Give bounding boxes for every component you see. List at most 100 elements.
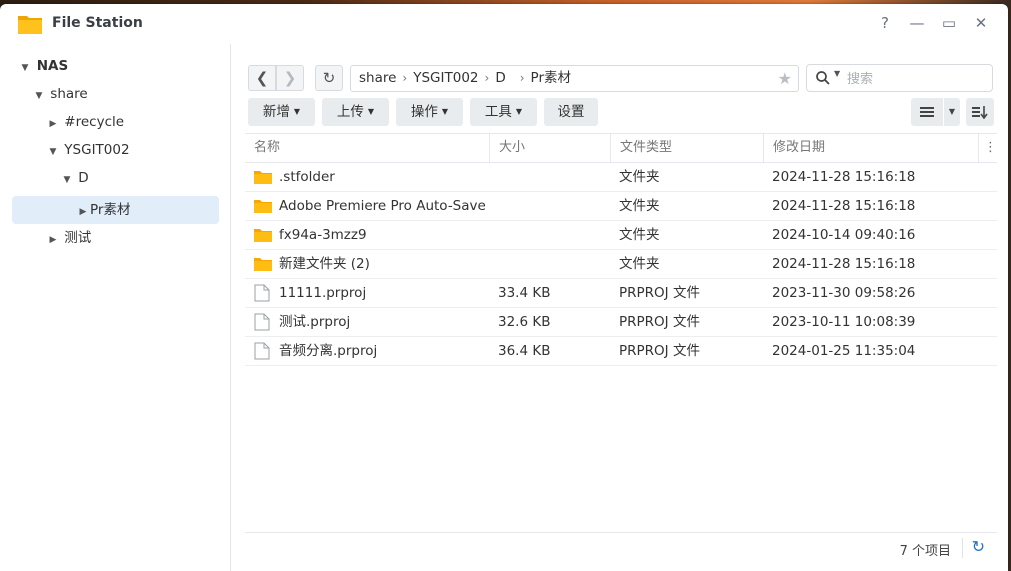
caret-down-icon: ▼ [948,107,956,116]
list-view-icon [920,107,934,117]
sidebar: ▼ NAS ▼ share ▶ #recycle ▼ YSGIT002 ▼ D … [0,44,231,571]
file-name: .stfolder [279,169,335,185]
file-type: 文件夹 [619,198,660,214]
refresh-icon: ↻ [322,69,336,87]
chevron-right-icon[interactable]: ▶ [76,198,90,226]
item-count: 7 个项目 [899,544,951,559]
file-type: PRPROJ 文件 [619,343,700,359]
chevron-right-icon: ❯ [283,69,297,87]
caret-down-icon: ▼ [293,107,301,116]
sort-button[interactable] [966,98,994,126]
table-row[interactable]: 音频分离.prproj 36.4 KB PRPROJ 文件 2024-01-25… [245,337,997,366]
tree-item-label: NAS [36,58,69,74]
tree-item-share[interactable]: ▼ share [32,81,88,107]
help-button[interactable]: ? [874,12,896,34]
file-modified: 2024-10-14 09:40:16 [772,227,916,243]
chevron-down-icon[interactable]: ▼ [60,167,74,193]
breadcrumb-share[interactable]: share [359,70,396,86]
file-type: 文件夹 [619,256,660,272]
file-name: 11111.prproj [279,285,367,301]
file-type: PRPROJ 文件 [619,285,700,301]
search-input[interactable] [845,68,989,90]
header-type[interactable]: 文件类型 [611,134,764,162]
chevron-right-icon[interactable]: ▶ [46,227,60,253]
breadcrumb-separator: › [519,71,525,85]
view-mode-dropdown[interactable]: ▼ [944,98,960,126]
file-size: 33.4 KB [498,285,551,301]
app-title: File Station [52,15,143,31]
file-modified: 2023-10-11 10:08:39 [772,314,916,330]
more-vertical-icon[interactable]: ⋮ [979,134,997,162]
tools-button[interactable]: 工具 ▼ [470,98,537,126]
breadcrumb-ysgit002[interactable]: YSGIT002 [413,70,478,86]
action-button[interactable]: 操作 ▼ [396,98,463,126]
refresh-icon[interactable]: ↻ [972,537,985,556]
tree-item-label: share [50,86,88,102]
header-name[interactable]: 名称 [245,134,490,162]
tree-item-label: Pr素材 [90,202,131,218]
header-modified[interactable]: 修改日期 [764,134,979,162]
table-row[interactable]: fx94a-3mzz9 文件夹 2024-10-14 09:40:16 [245,221,997,250]
tree-item-label: D [78,170,89,186]
file-size: 36.4 KB [498,343,551,359]
refresh-path-button[interactable]: ↻ [315,65,343,91]
tree-item-nas[interactable]: ▼ NAS [18,53,69,81]
upload-button[interactable]: 上传 ▼ [322,98,389,126]
path-bar[interactable]: share › YSGIT002 › D › Pr素材 ★ [350,65,799,92]
table-row[interactable]: 测试.prproj 32.6 KB PRPROJ 文件 2023-10-11 1… [245,308,997,337]
tree-item-test[interactable]: ▶ 测试 [46,225,92,253]
file-size: 32.6 KB [498,314,551,330]
minimize-button[interactable]: — [906,12,928,34]
maximize-button[interactable]: ▭ [938,12,960,34]
file-modified: 2024-11-28 15:16:18 [772,169,916,185]
search-icon[interactable] [816,71,830,85]
chevron-right-icon[interactable]: ▶ [46,111,60,137]
tree-item-label: #recycle [64,114,125,130]
back-button[interactable]: ❮ [248,65,276,91]
tree-item-label: 测试 [64,230,92,246]
create-button[interactable]: 新增 ▼ [248,98,315,126]
list-view-button[interactable] [911,98,943,126]
file-modified: 2024-01-25 11:35:04 [772,343,916,359]
file-type: PRPROJ 文件 [619,314,700,330]
file-name: 新建文件夹 (2) [279,256,370,272]
forward-button[interactable]: ❯ [276,65,304,91]
file-station-window: File Station ? — ▭ ✕ ▼ NAS ▼ share ▶ #re… [0,4,1008,571]
title-bar: File Station ? — ▭ ✕ [0,4,1008,44]
star-icon[interactable]: ★ [778,66,792,91]
table-header: 名称 大小 文件类型 修改日期 ⋮ [245,133,997,163]
action-label: 操作 [410,104,438,120]
caret-down-icon: ▼ [367,107,375,116]
breadcrumb-d[interactable]: D [495,70,505,86]
chevron-down-icon[interactable]: ▼ [32,83,46,109]
table-row[interactable]: .stfolder 文件夹 2024-11-28 15:16:18 [245,163,997,192]
tree-item-recycle[interactable]: ▶ #recycle [46,109,125,137]
table-row[interactable]: 11111.prproj 33.4 KB PRPROJ 文件 2023-11-3… [245,279,997,308]
file-name: 测试.prproj [279,314,351,330]
create-label: 新增 [262,104,290,120]
table-row[interactable]: 新建文件夹 (2) 文件夹 2024-11-28 15:16:18 [245,250,997,279]
sort-icon [972,106,988,120]
chevron-down-icon[interactable]: ▼ [18,55,32,81]
folder-icon [18,16,42,34]
file-type: 文件夹 [619,227,660,243]
folder-icon [254,229,272,242]
file-name: Adobe Premiere Pro Auto-Save [279,198,486,214]
close-button[interactable]: ✕ [970,12,992,34]
chevron-down-icon[interactable]: ▼ [834,69,840,78]
tools-label: 工具 [484,104,512,120]
tree-item-d[interactable]: ▼ D [60,165,89,191]
header-size[interactable]: 大小 [490,134,611,162]
chevron-down-icon[interactable]: ▼ [46,139,60,165]
search-box[interactable]: ▼ [806,64,993,92]
footer-divider [962,538,963,558]
table-row[interactable]: Adobe Premiere Pro Auto-Save 文件夹 2024-11… [245,192,997,221]
tree-item-pr-material[interactable]: ▶ Pr素材 [12,196,219,224]
breadcrumb-pr-material[interactable]: Pr素材 [531,70,571,86]
file-icon [254,342,270,360]
upload-label: 上传 [336,104,364,120]
chevron-left-icon: ❮ [255,69,269,87]
tree-item-ysgit002[interactable]: ▼ YSGIT002 [46,137,130,163]
file-modified: 2024-11-28 15:16:18 [772,256,916,272]
settings-button[interactable]: 设置 [544,98,598,126]
